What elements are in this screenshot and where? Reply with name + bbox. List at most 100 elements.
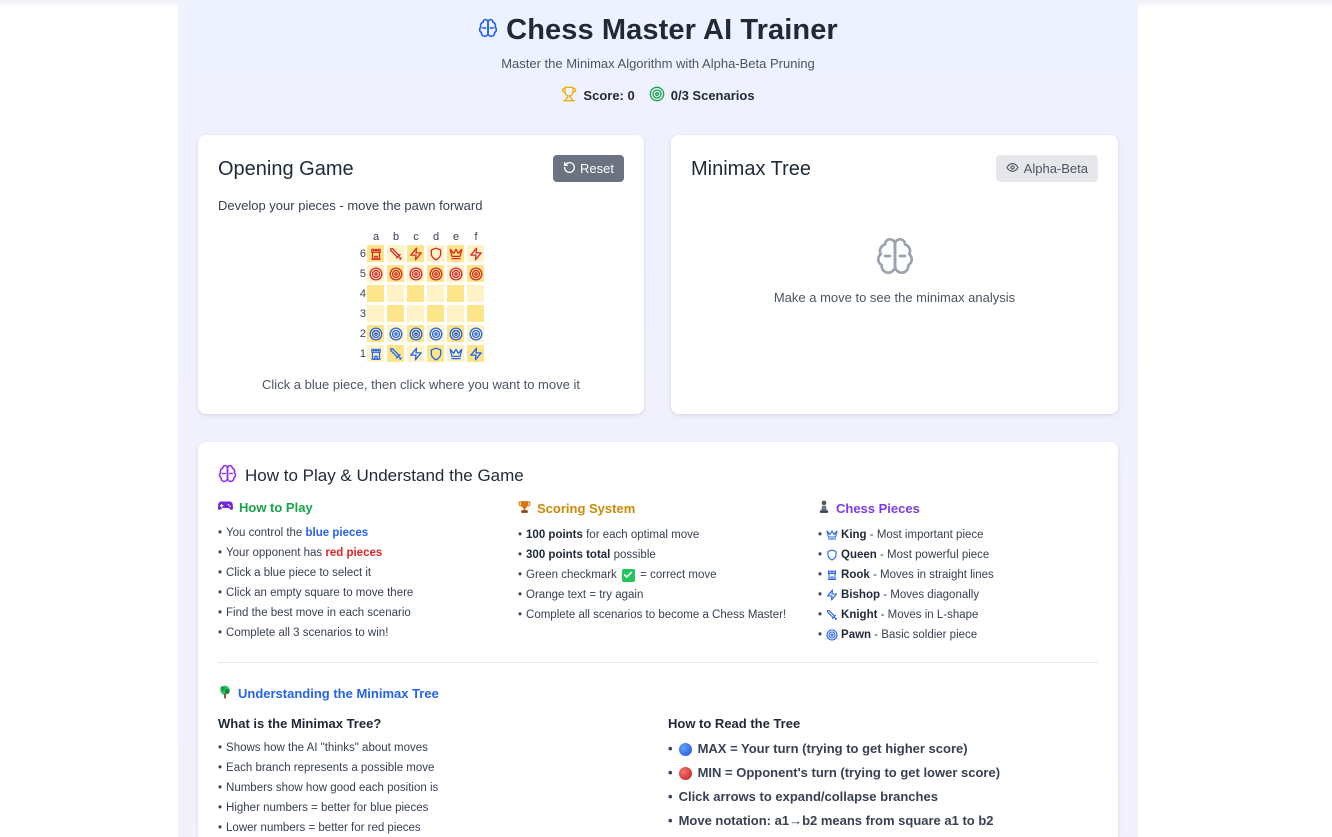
board-square-e3[interactable] [447, 305, 464, 322]
red-pawn-icon[interactable] [389, 267, 403, 281]
board-square-f2[interactable] [467, 325, 484, 342]
board-square-e2[interactable] [447, 325, 464, 342]
piece-description: - Basic soldier piece [871, 629, 978, 641]
board-square-f4[interactable] [467, 285, 484, 302]
blue-pawn-icon[interactable] [409, 327, 423, 341]
guide-title: How to Play & Understand the Game [245, 466, 524, 485]
file-label: c [413, 231, 419, 243]
board-square-d3[interactable] [427, 305, 444, 322]
check-mark-icon [621, 568, 635, 582]
rank-label: 2 [359, 328, 366, 340]
scoring-heading: Scoring System [518, 500, 786, 517]
board-square-b1[interactable] [387, 345, 404, 362]
score-stat: Score: 0 [561, 86, 635, 105]
board-square-b5[interactable] [387, 265, 404, 282]
board-square-f5[interactable] [467, 265, 484, 282]
board-square-a3[interactable] [367, 305, 384, 322]
board-square-d6[interactable] [427, 245, 444, 262]
file-label: b [392, 231, 400, 243]
list-text: for each optimal move [582, 529, 700, 541]
list-item: • Queen - Most powerful piece [818, 545, 994, 565]
list-item: • Find the best move in each scenario [218, 603, 413, 623]
app-container: Chess Master AI Trainer Master the Minim… [178, 0, 1138, 837]
board-square-b4[interactable] [387, 285, 404, 302]
red-bishop-icon[interactable] [469, 247, 483, 261]
list-item: • Numbers show how good each position is [218, 778, 438, 798]
list-item: • MAX = Your turn (trying to get higher s… [668, 737, 1000, 761]
blue-pawn-icon[interactable] [469, 327, 483, 341]
tree-title: Minimax Tree [691, 158, 812, 180]
game-card: Opening Game Reset Develop your pieces -… [198, 135, 644, 414]
piece-name: King [841, 529, 867, 541]
red-bishop-icon[interactable] [409, 247, 423, 261]
tree-icon [218, 685, 232, 702]
stats-bar: Score: 0 0/3 Scenarios [178, 86, 1138, 105]
board-square-d5[interactable] [427, 265, 444, 282]
list-text: = correct move [636, 569, 717, 581]
blue-bishop-icon[interactable] [469, 347, 483, 361]
board-square-c4[interactable] [407, 285, 424, 302]
board-square-c2[interactable] [407, 325, 424, 342]
blue-pawn-icon[interactable] [429, 327, 443, 341]
board-square-d2[interactable] [427, 325, 444, 342]
piece-name: Knight [841, 609, 878, 621]
list-item: • Orange text = try again [518, 585, 786, 605]
list-item: • 300 points total possible [518, 545, 786, 565]
minimax-section: Understanding the Minimax Tree [218, 685, 439, 702]
blue-pawn-icon[interactable] [449, 327, 463, 341]
blue-queen-icon[interactable] [429, 347, 443, 361]
board-square-e6[interactable] [447, 245, 464, 262]
red-pawn-icon[interactable] [409, 267, 423, 281]
piece-description: - Moves diagonally [880, 589, 980, 601]
board-square-e4[interactable] [447, 285, 464, 302]
blue-king-icon[interactable] [449, 347, 463, 361]
list-item: • King - Most important piece [818, 525, 994, 545]
board-square-b6[interactable] [387, 245, 404, 262]
board-square-b3[interactable] [387, 305, 404, 322]
board-square-f6[interactable] [467, 245, 484, 262]
board-square-a6[interactable] [367, 245, 384, 262]
board-square-e1[interactable] [447, 345, 464, 362]
list-item: • Lower numbers = better for red pieces [218, 818, 438, 837]
board-square-a2[interactable] [367, 325, 384, 342]
list-item: • Complete all scenarios to become a Ches… [518, 605, 786, 625]
board-square-d4[interactable] [427, 285, 444, 302]
board-square-d1[interactable] [427, 345, 444, 362]
board-square-e5[interactable] [447, 265, 464, 282]
board-square-c6[interactable] [407, 245, 424, 262]
piece-description: - Most powerful piece [876, 549, 990, 561]
list-text: Complete all scenarios to become a Chess… [526, 609, 787, 621]
board-square-a5[interactable] [367, 265, 384, 282]
red-king-icon[interactable] [449, 247, 463, 261]
queen-icon [826, 549, 838, 561]
blue-rook-icon[interactable] [369, 347, 383, 361]
blue-knight-icon[interactable] [389, 347, 403, 361]
red-pawn-icon[interactable] [429, 267, 443, 281]
red-queen-icon[interactable] [429, 247, 443, 261]
board-square-c3[interactable] [407, 305, 424, 322]
board-square-a1[interactable] [367, 345, 384, 362]
list-text: Click an empty square to move there [226, 587, 414, 599]
red-pawn-icon[interactable] [369, 267, 383, 281]
board-square-f3[interactable] [467, 305, 484, 322]
list-item: • You control the blue pieces [218, 523, 413, 543]
pawn-figure-icon [818, 500, 830, 517]
list-item: • Bishop - Moves diagonally [818, 585, 994, 605]
blue-pawn-icon[interactable] [389, 327, 403, 341]
board-square-c5[interactable] [407, 265, 424, 282]
alpha-beta-toggle[interactable]: Alpha-Beta [995, 155, 1098, 182]
brain-icon [478, 18, 498, 43]
board-square-b2[interactable] [387, 325, 404, 342]
board-square-a4[interactable] [367, 285, 384, 302]
red-pawn-icon[interactable] [449, 267, 463, 281]
red-knight-icon[interactable] [389, 247, 403, 261]
list-item: • MIN = Opponent's turn (trying to get lo… [668, 761, 1000, 785]
blue-pawn-icon[interactable] [369, 327, 383, 341]
piece-description: - Moves in straight lines [869, 569, 994, 581]
board-square-c1[interactable] [407, 345, 424, 362]
board-square-f1[interactable] [467, 345, 484, 362]
blue-bishop-icon[interactable] [409, 347, 423, 361]
reset-button[interactable]: Reset [553, 155, 624, 182]
red-pawn-icon[interactable] [469, 267, 483, 281]
red-rook-icon[interactable] [369, 247, 383, 261]
